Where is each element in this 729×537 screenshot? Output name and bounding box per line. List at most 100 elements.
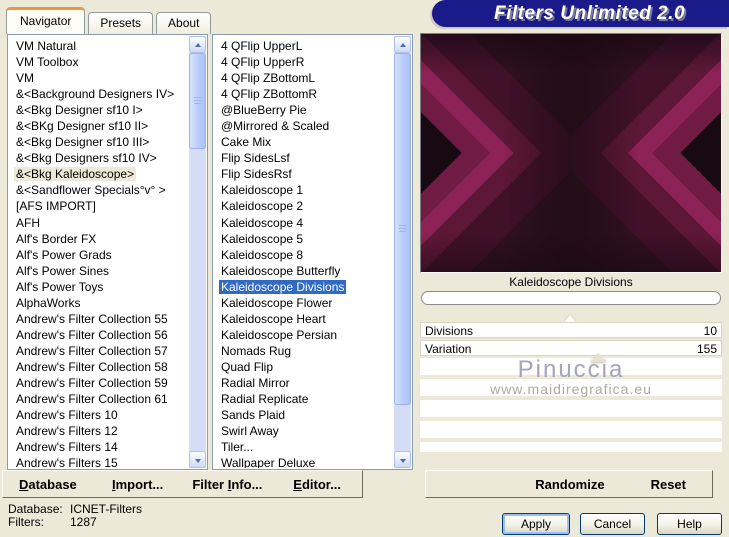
divisions-value: 10 <box>703 324 717 338</box>
list-item[interactable]: AFH <box>14 215 189 231</box>
variation-label: Variation <box>425 342 472 356</box>
import-button[interactable]: Import... <box>93 477 183 492</box>
editor-button[interactable]: Editor... <box>272 477 362 492</box>
kaleidoscope-pattern <box>421 34 721 272</box>
filter-name-caption: Kaleidoscope Divisions <box>509 275 633 289</box>
list-item[interactable]: Andrew's Filter Collection 56 <box>14 327 189 343</box>
list-item[interactable]: 4 QFlip UpperL <box>219 38 394 54</box>
list-item[interactable]: Andrew's Filter Collection 57 <box>14 343 189 359</box>
list-item[interactable]: Andrew's Filters 10 <box>14 407 189 423</box>
variation-slider-thumb[interactable] <box>590 353 606 362</box>
tab-navigator[interactable]: Navigator <box>6 7 86 34</box>
scrollbar-thumb[interactable] <box>394 53 411 405</box>
scroll-up-icon[interactable] <box>189 36 206 53</box>
filter-info-button[interactable]: Filter Info... <box>183 477 273 492</box>
scroll-down-icon[interactable] <box>394 451 411 468</box>
list-item[interactable]: @BlueBerry Pie <box>219 102 394 118</box>
list-item[interactable]: &<Bkg Designer sf10 I> <box>14 102 189 118</box>
variation-slider[interactable]: Variation 155 <box>420 340 722 356</box>
category-list: VM Natural VM Toolbox VM &<Background Desig… <box>9 36 189 468</box>
reset-button[interactable]: Reset <box>651 477 686 492</box>
list-item[interactable]: Quad Flip <box>219 359 394 375</box>
list-item[interactable]: Andrew's Filter Collection 59 <box>14 375 189 391</box>
category-listbox: VM Natural VM Toolbox VM &<Background Desig… <box>7 34 208 470</box>
list-item[interactable]: 4 QFlip UpperR <box>219 54 394 70</box>
filter-scrollbar[interactable] <box>394 36 411 468</box>
status-info: Database: ICNET-Filters Filters: 1287 <box>8 503 142 529</box>
list-item[interactable]: Kaleidoscope 2 <box>219 198 394 214</box>
preview-image <box>420 33 722 273</box>
list-item[interactable]: [AFS IMPORT] <box>14 198 189 214</box>
list-item[interactable]: &<Background Designers IV> <box>14 86 189 102</box>
watermark-name: Pinuccia <box>517 356 625 383</box>
left-toolbar: Database Import... Filter Info... Editor… <box>2 470 363 498</box>
list-item[interactable]: Nomads Rug <box>219 343 394 359</box>
list-item[interactable]: Alf's Border FX <box>14 231 189 247</box>
list-item[interactable]: Sands Plaid <box>219 407 394 423</box>
list-item[interactable]: 4 QFlip ZBottomL <box>219 70 394 86</box>
list-item[interactable]: Kaleidoscope Flower <box>219 295 394 311</box>
list-item[interactable]: Kaleidoscope 4 <box>219 215 394 231</box>
scroll-down-icon[interactable] <box>189 451 206 468</box>
list-item[interactable]: Alf's Power Toys <box>14 279 189 295</box>
list-item[interactable]: Andrew's Filters 14 <box>14 439 189 455</box>
list-item[interactable]: Kaleidoscope 8 <box>219 247 394 263</box>
category-scrollbar[interactable] <box>189 36 206 468</box>
randomize-button[interactable]: Randomize <box>535 477 604 492</box>
list-item[interactable]: AlphaWorks <box>14 295 189 311</box>
filter-listbox: 4 QFlip UpperL 4 QFlip UpperR 4 QFlip ZBot… <box>212 34 413 470</box>
list-item[interactable]: Kaleidoscope Heart <box>219 311 394 327</box>
list-item[interactable]: &<Sandflower Specials°v° > <box>14 182 189 198</box>
title-banner: Filters Unlimited 2.0 <box>432 0 729 27</box>
scroll-up-icon[interactable] <box>394 36 411 53</box>
list-item[interactable]: Kaleidoscope Persian <box>219 327 394 343</box>
filters-count-value: 1287 <box>70 515 97 529</box>
list-item[interactable]: VM Natural <box>14 38 189 54</box>
list-item[interactable]: Kaleidoscope 1 <box>219 182 394 198</box>
list-item[interactable]: Flip SidesRsf <box>219 166 394 182</box>
cancel-button[interactable]: Cancel <box>580 513 645 535</box>
list-item[interactable]: @Mirrored & Scaled <box>219 118 394 134</box>
list-item[interactable]: Swirl Away <box>219 423 394 439</box>
list-item[interactable]: Andrew's Filter Collection 55 <box>14 311 189 327</box>
list-item[interactable]: Andrew's Filters 15 <box>14 455 189 468</box>
list-item[interactable]: Kaleidoscope Divisions <box>219 279 394 295</box>
list-item[interactable]: Kaleidoscope 5 <box>219 231 394 247</box>
list-item[interactable]: &<BKg Designer sf10 II> <box>14 118 189 134</box>
list-item[interactable]: Radial Replicate <box>219 391 394 407</box>
list-item[interactable]: VM <box>14 70 189 86</box>
scrollbar-thumb[interactable] <box>189 53 206 149</box>
kaleidoscope-right-half <box>571 34 721 272</box>
list-item[interactable]: Andrew's Filter Collection 61 <box>14 391 189 407</box>
filters-unlimited-dialog: Filters Unlimited 2.0 Navigator Presets … <box>0 0 729 537</box>
filters-count-label: Filters: <box>8 515 44 529</box>
list-item[interactable]: &<Bkg Kaleidoscope> <box>14 166 189 182</box>
list-item[interactable]: Flip SidesLsf <box>219 150 394 166</box>
tab-bar: Navigator Presets About <box>6 7 212 34</box>
list-item[interactable]: Alf's Power Grads <box>14 247 189 263</box>
list-item[interactable]: &<Bkg Designers sf10 IV> <box>14 150 189 166</box>
list-item[interactable]: Alf's Power Sines <box>14 263 189 279</box>
list-item[interactable]: Kaleidoscope Butterfly <box>219 263 394 279</box>
preview-progress-bar <box>421 291 721 305</box>
list-item[interactable]: &<Bkg Designer sf10 III> <box>14 134 189 150</box>
list-item[interactable]: Andrew's Filters 12 <box>14 423 189 439</box>
variation-value: 155 <box>696 342 717 356</box>
list-item[interactable]: Cake Mix <box>219 134 394 150</box>
tab-presets[interactable]: Presets <box>88 12 154 34</box>
database-button[interactable]: Database <box>3 477 93 492</box>
divisions-label: Divisions <box>425 324 474 338</box>
tab-about[interactable]: About <box>156 12 212 34</box>
list-item[interactable]: Radial Mirror <box>219 375 394 391</box>
apply-button[interactable]: Apply <box>502 513 570 535</box>
list-item[interactable]: Andrew's Filter Collection 58 <box>14 359 189 375</box>
list-item[interactable]: VM Toolbox <box>14 54 189 70</box>
list-item[interactable]: 4 QFlip ZBottomR <box>219 86 394 102</box>
list-item[interactable]: Wallpaper Deluxe <box>219 455 394 468</box>
watermark-url: www.maidiregrafica.eu <box>490 381 652 397</box>
kaleidoscope-left-half <box>421 34 571 272</box>
divisions-slider[interactable]: Divisions 10 <box>420 322 722 338</box>
list-item[interactable]: Tiler... <box>219 439 394 455</box>
help-button[interactable]: Help <box>657 513 722 535</box>
right-toolbar: Randomize Reset <box>425 470 713 498</box>
